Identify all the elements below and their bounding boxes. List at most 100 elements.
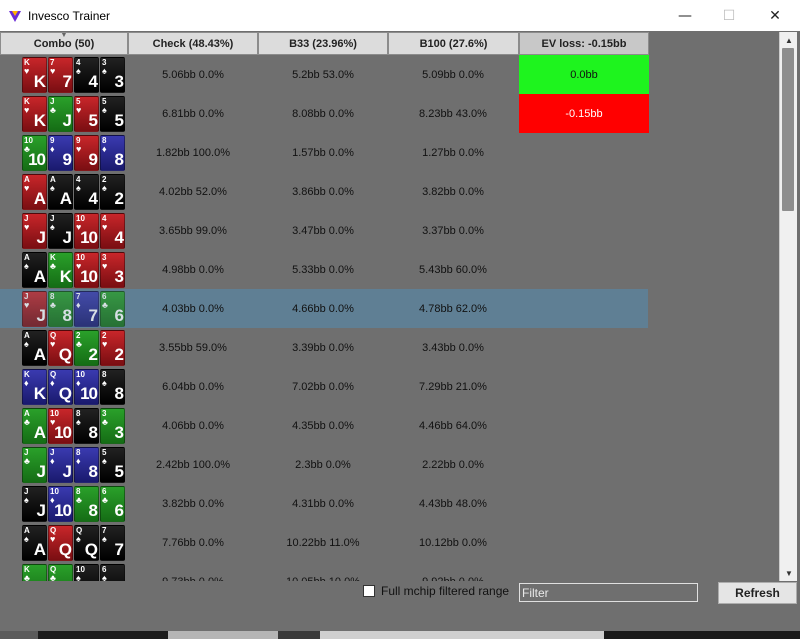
card-rank: K [33, 111, 46, 130]
table-row[interactable]: 10 ♣ 10 9 ♦ 9 9 ♥ 9 8 ♦ 8 1.82bb 100.0% 1.57bb 0.0% 1.… [0, 133, 778, 172]
card-suit-icon: ♠ [50, 222, 55, 232]
card-rank: 10 [80, 267, 98, 286]
column-header-combo[interactable]: ▼ Combo (50) [0, 32, 128, 55]
card-suit-icon: ♠ [102, 105, 107, 115]
combo-cards: A ♥ A A ♠ A 4 ♠ 4 2 ♠ 2 [22, 174, 126, 210]
playing-card: J ♠ J [22, 486, 47, 522]
table-row[interactable]: A ♠ A K ♣ K 10 ♥ 10 3 ♥ 3 4.98bb 0.0% 5.33bb 0.0% 5.43… [0, 250, 778, 289]
filter-input[interactable] [519, 583, 698, 602]
table-row[interactable]: A ♥ A A ♠ A 4 ♠ 4 2 ♠ 2 4.02bb 52.0% 3.86bb 0.0% 3.82b… [0, 172, 778, 211]
card-rank: A [33, 540, 46, 559]
check-cell: 3.82bb 0.0% [162, 497, 224, 510]
card-rank: Q [58, 384, 72, 403]
playing-card: A ♣ A [22, 408, 47, 444]
playing-card: K ♦ K [22, 369, 47, 405]
card-suit-icon: ♠ [102, 534, 107, 544]
full-range-checkbox[interactable] [363, 585, 375, 597]
card-rank: 8 [114, 384, 124, 403]
column-header-b33[interactable]: B33 (23.96%) [258, 32, 388, 55]
combo-cards: J ♥ J 8 ♣ 8 7 ♦ 7 6 ♣ 6 [22, 291, 126, 327]
check-cell: 4.98bb 0.0% [162, 263, 224, 276]
playing-card: A ♠ A [22, 252, 47, 288]
card-rank: Q [58, 345, 72, 364]
card-rank: 10 [54, 423, 72, 442]
b100-cell: 4.46bb 64.0% [419, 419, 487, 432]
card-suit-icon: ♠ [24, 339, 29, 349]
table-row[interactable]: K ♥ K J ♣ J 5 ♥ 5 5 ♠ 5 6.81bb 0.0% 8.08bb 0.0% 8.23bb… [0, 94, 778, 133]
b100-cell: 9.92bb 0.0% [388, 562, 518, 582]
card-rank: 4 [88, 72, 98, 91]
title-bar[interactable]: Invesco Trainer — ☐ ✕ [0, 0, 800, 31]
card-rank: 10 [54, 501, 72, 520]
table-row[interactable]: J ♥ J J ♠ J 10 ♥ 10 4 ♥ 4 3.65bb 99.0% 3.47bb 0.0% 3.3… [0, 211, 778, 250]
column-header-check[interactable]: Check (48.43%) [128, 32, 258, 55]
card-suit-icon: ♠ [102, 456, 107, 466]
table-row[interactable]: K ♥ K 7 ♥ 7 4 ♠ 4 3 ♠ 3 5.06bb 0.0% 5.2bb 53.0% 5.09bb… [0, 55, 778, 94]
scroll-up-icon[interactable]: ▲ [780, 32, 798, 48]
card-rank: J [36, 501, 46, 520]
b33-cell: 3.47bb 0.0% [292, 224, 354, 237]
playing-card: 4 ♥ 4 [100, 213, 125, 249]
card-rank: 10 [80, 384, 98, 403]
check-cell: 5.06bb 0.0% [162, 68, 224, 81]
close-button[interactable]: ✕ [752, 0, 798, 31]
window-title: Invesco Trainer [28, 8, 111, 23]
full-range-checkbox-group[interactable]: Full mchip filtered range [363, 584, 509, 598]
maximize-button[interactable]: ☐ [706, 0, 752, 31]
card-rank: 3 [114, 423, 124, 442]
combo-cards: K♣KQ♣Q10♠106♠6 [22, 564, 126, 581]
card-rank: J [62, 228, 72, 247]
playing-card: 10 ♥ 10 [74, 213, 99, 249]
table-row[interactable]: J ♥ J 8 ♣ 8 7 ♦ 7 6 ♣ 6 4.03bb 0.0% 4.66bb 0.0% 4.78bb… [0, 289, 778, 328]
column-header-b100[interactable]: B100 (27.6%) [388, 32, 519, 55]
card-rank: 7 [114, 540, 124, 559]
minimize-button[interactable]: — [662, 0, 708, 31]
playing-card: A ♥ A [22, 174, 47, 210]
playing-card: 5 ♥ 5 [74, 96, 99, 132]
card-rank: J [36, 462, 46, 481]
card-rank: 5 [114, 462, 124, 481]
b100-cell: 3.43bb 0.0% [422, 341, 484, 354]
scroll-down-icon[interactable]: ▼ [780, 565, 798, 581]
card-rank: 8 [62, 306, 72, 325]
card-suit-icon: ♥ [102, 222, 108, 232]
table-row[interactable]: J ♣ J J ♦ J 8 ♦ 8 5 ♠ 5 2.42bb 100.0% 2.3bb 0.0% 2.22b… [0, 445, 778, 484]
taskbar-segment [0, 631, 38, 639]
table-row[interactable]: A ♣ A 10 ♥ 10 8 ♠ 8 3 ♣ 3 4.06bb 0.0% 4.35bb 0.0% 4.46… [0, 406, 778, 445]
b100-cell: 3.37bb 0.0% [422, 224, 484, 237]
playing-card: 7 ♠ 7 [100, 525, 125, 561]
taskbar-segment [604, 631, 800, 639]
b33-cell: 10.22bb 11.0% [286, 536, 360, 549]
vertical-scrollbar[interactable]: ▲ ▼ [779, 32, 797, 581]
playing-card: 3 ♠ 3 [100, 57, 125, 93]
card-suit-icon: ♣ [50, 261, 56, 271]
table-row[interactable]: K♣KQ♣Q10♠106♠69.73bb 0.0%10.05bb 10.0%9.… [0, 562, 778, 581]
combo-cards: J ♥ J J ♠ J 10 ♥ 10 4 ♥ 4 [22, 213, 126, 249]
card-rank: 2 [88, 345, 98, 364]
b100-cell: 4.43bb 48.0% [419, 497, 487, 510]
table-row[interactable]: K ♦ K Q ♦ Q 10 ♦ 10 8 ♠ 8 6.04bb 0.0% 7.02bb 0.0% 7.29… [0, 367, 778, 406]
b33-cell: 3.86bb 0.0% [292, 185, 354, 198]
card-suit-icon: ♠ [24, 495, 29, 505]
card-suit-icon: ♥ [76, 144, 82, 154]
column-header-ev-loss[interactable]: EV loss: -0.15bb [519, 32, 649, 55]
playing-card: Q♣Q [48, 564, 73, 581]
refresh-button[interactable]: Refresh [718, 582, 797, 604]
card-rank: A [59, 189, 72, 208]
taskbar-segment [320, 631, 604, 639]
card-rank: Q [58, 540, 72, 559]
table-row[interactable]: A ♠ A Q ♥ Q 2 ♣ 2 2 ♥ 2 3.55bb 59.0% 3.39bb 0.0% 3.43b… [0, 328, 778, 367]
card-rank: K [59, 267, 72, 286]
combo-cards: A ♠ A K ♣ K 10 ♥ 10 3 ♥ 3 [22, 252, 126, 288]
playing-card: Q ♥ Q [48, 330, 73, 366]
playing-card: 2 ♣ 2 [74, 330, 99, 366]
playing-card: J ♥ J [22, 213, 47, 249]
playing-card: 6 ♣ 6 [100, 486, 125, 522]
check-cell: 3.55bb 59.0% [159, 341, 227, 354]
table-row[interactable]: A ♠ A Q ♥ Q Q ♠ Q 7 ♠ 7 7.76bb 0.0% 10.22bb 11.0% 10.1… [0, 523, 778, 562]
full-range-checkbox-label[interactable]: Full mchip filtered range [381, 584, 509, 598]
card-suit-icon: ♣ [50, 573, 56, 582]
card-suit-icon: ♦ [50, 378, 55, 388]
table-row[interactable]: J ♠ J 10 ♦ 10 8 ♣ 8 6 ♣ 6 3.82bb 0.0% 4.31bb 0.0% 4.43… [0, 484, 778, 523]
scroll-thumb[interactable] [782, 48, 794, 211]
